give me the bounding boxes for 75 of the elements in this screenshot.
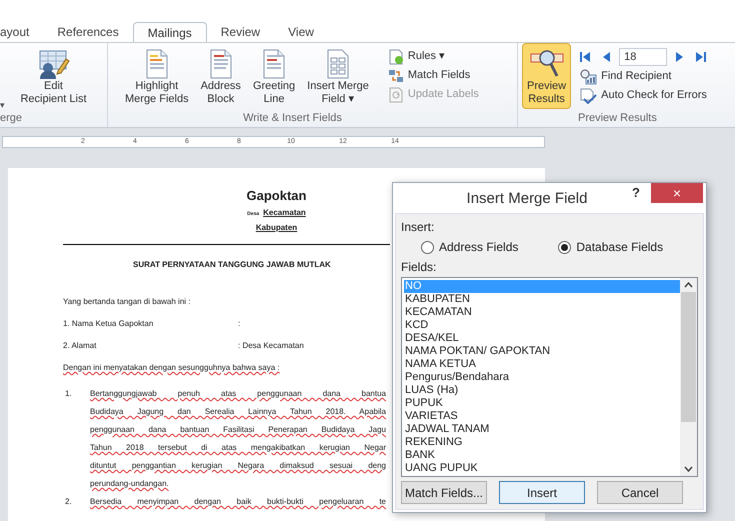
list-item[interactable]: KECAMATAN [404, 306, 680, 319]
dialog-button[interactable]: Insert [499, 481, 585, 504]
field-label: 2. Alamat [63, 341, 98, 351]
document-line: dituntut penggantian kerugian Negara dimaksud sesuai deng [90, 461, 386, 471]
radio-option[interactable]: Database Fields [558, 238, 664, 256]
help-button[interactable]: ? [621, 183, 651, 203]
document-text: Dengan ini menyatakan dengan sesungguhnya bahwa saya : [63, 363, 280, 373]
ribbon-button[interactable]: Greeting Line [248, 43, 300, 109]
ribbon-button[interactable]: Highlight Merge Fields [120, 43, 194, 109]
last-record-icon[interactable] [693, 50, 708, 64]
ribbon-tab[interactable]: ayout [0, 22, 44, 42]
ribbon-tab[interactable]: References [43, 22, 133, 42]
list-item[interactable]: JADWAL TANAM [404, 423, 680, 436]
document-title: Gapoktan [246, 188, 306, 204]
document-line: Bertanggungjawab penuh atas penggunaan dana bantua [90, 389, 386, 399]
document-block-icon [208, 49, 234, 79]
list-item[interactable]: KCD [404, 319, 680, 332]
document-line: Budidaya Jagung dan Serealia Lainnya Tahun 2018. Apabila [90, 407, 386, 417]
document-line: perundang-undangan. [90, 479, 170, 489]
list-item[interactable]: Pengurus/Bendahara [404, 371, 680, 384]
record-field[interactable]: 18 [619, 48, 668, 66]
group-label: Preview Results [577, 111, 658, 126]
ribbon-button[interactable]: Insert Merge Field ▾ [302, 43, 374, 109]
list-item[interactable]: KABUPATEN [404, 293, 680, 306]
find-recipient-icon [579, 68, 598, 84]
ribbon-button[interactable]: Preview Results [522, 43, 572, 109]
group-label: Write & Insert Fields [243, 111, 343, 126]
close-button[interactable]: × [651, 183, 703, 203]
ribbon-small-button[interactable]: Find Recipient [579, 67, 708, 86]
update-labels-icon [388, 86, 404, 102]
ribbon-small-button[interactable]: Rules ▾ [388, 47, 479, 66]
list-item[interactable]: VARIETAS [404, 410, 680, 423]
list-item[interactable]: UANG PUPUK [404, 462, 680, 475]
list-item[interactable]: NAMA KETUA [404, 358, 680, 371]
document-line-icon [261, 49, 288, 79]
dialog-title: Insert Merge Field [466, 189, 588, 209]
ribbon-tab[interactable]: Review [206, 22, 274, 42]
insert-label: Insert: [401, 219, 436, 236]
match-fields-icon [388, 68, 404, 84]
ribbon-small-button[interactable]: Auto Check for Errors [579, 86, 708, 105]
ribbon-small-button[interactable]: Match Fields [388, 66, 479, 85]
list-number: 2. [65, 497, 73, 507]
ribbon-button[interactable]: Edit Recipient List [15, 43, 92, 109]
field-value: : [238, 319, 240, 329]
radio-option[interactable]: Address Fields [421, 238, 518, 256]
list-item[interactable]: BANK [404, 449, 680, 462]
document-line: Tahun 2018 tersebut di atas mengakibatkan kerugian Negar [90, 443, 386, 453]
list-item[interactable]: NAMA POKTAN/ GAPOKTAN [404, 345, 680, 358]
region-text: Kabupaten [256, 222, 298, 234]
magnifier-icon [530, 49, 564, 79]
place-text: Kecamatan [263, 207, 306, 219]
list-item[interactable]: DESA/KEL [404, 332, 680, 345]
document-highlight-icon [144, 49, 170, 79]
field-value: : Desa Kecamatan [238, 341, 304, 351]
document-fields-icon [325, 49, 352, 79]
fields-label: Fields: [401, 259, 438, 276]
list-item[interactable]: PUPUK [404, 397, 680, 410]
ribbon-tab[interactable]: View [274, 22, 328, 42]
list-item[interactable]: LUAS (Ha) [404, 384, 680, 397]
document-line: penggunaan dana bantuan Fasilitasi Penerapan Budidaya Jagu [90, 425, 386, 435]
document-line: Bersedia menyimpan dengan baik bukti-bukti pengeluaran te [90, 497, 386, 507]
dropdown-arrow: ▾ [0, 99, 5, 112]
document-heading: SURAT PERNYATAAN TANGGUNG JAWAB MUTLAK [133, 260, 331, 269]
rules-document-icon [388, 48, 404, 64]
scrollbar[interactable] [680, 278, 697, 476]
field-label: 1. Nama Ketua Gapoktan [63, 319, 154, 329]
document-text: Yang bertanda tangan di bawah ini : [63, 297, 191, 307]
ribbon-tab[interactable]: Mailings [132, 22, 207, 42]
list-item[interactable]: REKENING [404, 436, 680, 449]
list-number: 1. [65, 389, 73, 400]
dialog-button[interactable]: Match Fields... [401, 481, 487, 504]
group-label: erge [0, 111, 22, 126]
ribbon-button[interactable]: Address Block [196, 43, 246, 109]
dialog-button[interactable]: Cancel [597, 481, 683, 504]
document-check-icon [579, 88, 598, 104]
